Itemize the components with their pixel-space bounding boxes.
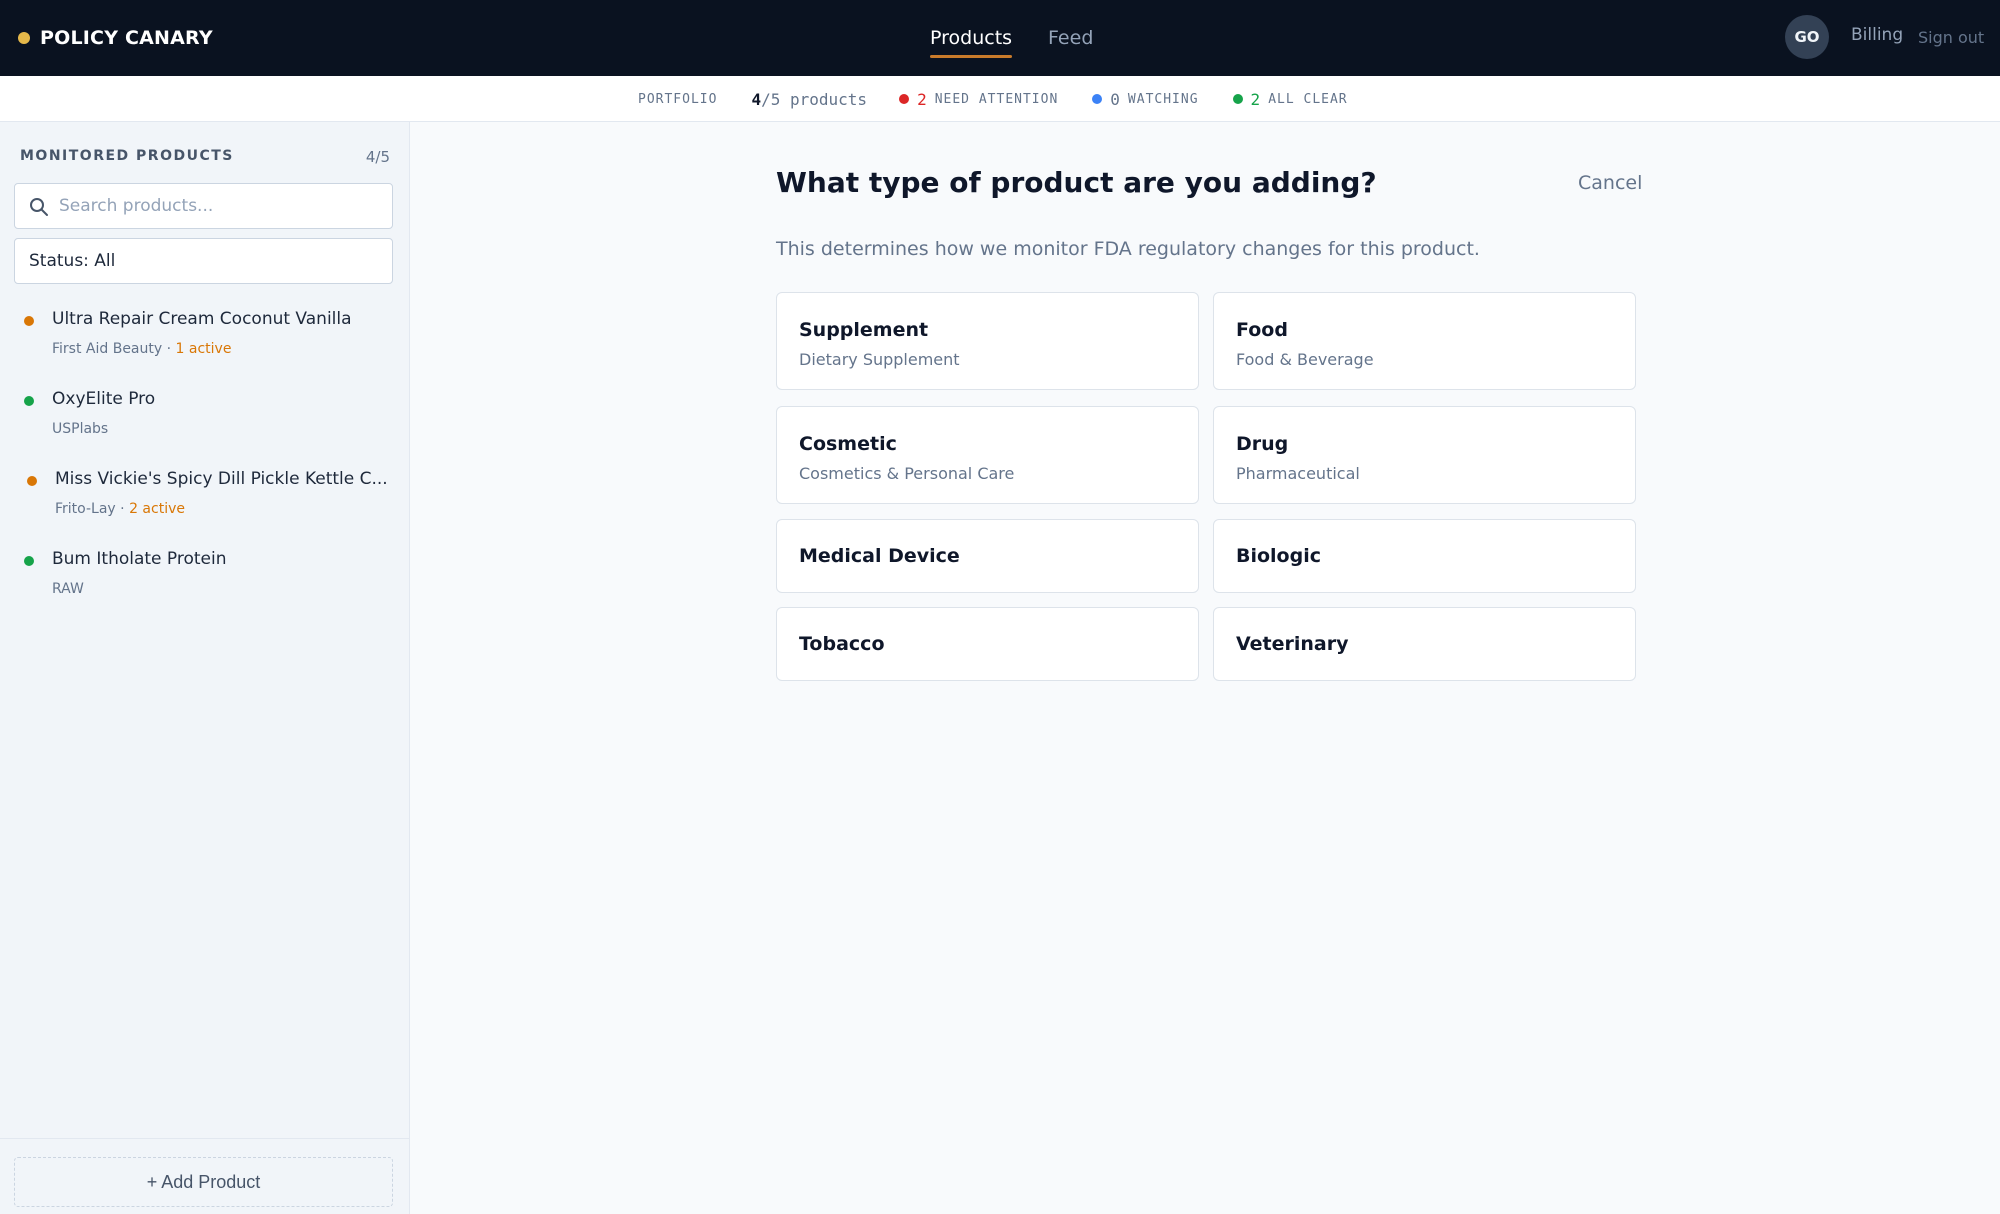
product-name: OxyElite Pro [52, 389, 156, 409]
add-product-button[interactable]: + Add Product [14, 1157, 393, 1207]
type-subtitle: Food & Beverage [1236, 350, 1374, 369]
stat-watching[interactable]: 0 WATCHING [1092, 90, 1198, 109]
type-card-medical-device[interactable]: Medical Device [776, 519, 1199, 593]
watching-dot-icon [1092, 94, 1103, 104]
stat-label: WATCHING [1127, 91, 1199, 107]
portfolio-total: /5 products [761, 89, 868, 109]
type-card-cosmetic[interactable]: Cosmetic Cosmetics & Personal Care [776, 406, 1199, 504]
stat-all-clear[interactable]: 2 ALL CLEAR [1232, 89, 1348, 109]
type-subtitle: Pharmaceutical [1236, 464, 1360, 483]
stat-count: 0 [1110, 89, 1120, 109]
product-meta: RAW [52, 581, 84, 597]
meta-separator: · [115, 501, 130, 517]
active-count: 2 active [129, 501, 185, 517]
type-title: Supplement [799, 319, 929, 341]
product-name: Ultra Repair Cream Coconut Vanilla [52, 309, 352, 329]
sidebar-count: 4/5 [365, 148, 390, 166]
type-title: Veterinary [1236, 633, 1349, 655]
portfolio-label: PORTFOLIO [638, 91, 718, 107]
type-title: Drug [1236, 433, 1289, 455]
type-subtitle: Cosmetics & Personal Care [799, 464, 1015, 483]
billing-link[interactable]: Billing [1851, 25, 1903, 45]
meta-separator: · [162, 341, 176, 357]
type-title: Food [1236, 319, 1288, 341]
product-name: Bum Itholate Protein [52, 549, 227, 569]
search-box [14, 183, 393, 229]
user-avatar[interactable]: GO [1785, 15, 1829, 59]
product-item[interactable]: Ultra Repair Cream Coconut Vanilla First… [0, 304, 410, 384]
nav-tab-feed[interactable]: Feed [1048, 0, 1093, 76]
clear-dot-icon [1232, 94, 1243, 104]
product-brand: RAW [52, 581, 84, 597]
stat-label: NEED ATTENTION [934, 91, 1059, 107]
search-icon [30, 198, 48, 216]
portfolio-count: 4/5 products [751, 90, 867, 109]
page-title: What type of product are you adding? [776, 166, 1377, 199]
type-title: Cosmetic [799, 433, 897, 455]
type-title: Biologic [1236, 545, 1321, 567]
product-brand: First Aid Beauty [52, 341, 163, 357]
product-name: Miss Vickie's Spicy Dill Pickle Kettle C… [55, 469, 388, 489]
product-item[interactable]: OxyElite Pro USPlabs [0, 384, 410, 464]
nav-tab-products[interactable]: Products [930, 0, 1013, 76]
status-dot-icon [27, 476, 37, 486]
type-card-drug[interactable]: Drug Pharmaceutical [1213, 406, 1636, 504]
attention-dot-icon [899, 94, 910, 104]
active-count: 1 active [175, 341, 232, 357]
product-list: Ultra Repair Cream Coconut Vanilla First… [0, 304, 410, 624]
type-card-veterinary[interactable]: Veterinary [1213, 607, 1636, 681]
stat-need-attention[interactable]: 2 NEED ATTENTION [899, 90, 1058, 109]
main-nav: Products Feed [930, 0, 1093, 76]
product-item[interactable]: Miss Vickie's Spicy Dill Pickle Kettle C… [0, 464, 410, 544]
product-meta: First Aid Beauty · 1 active [52, 341, 231, 357]
type-subtitle: Dietary Supplement [799, 350, 960, 369]
sign-out-link[interactable]: Sign out [1918, 28, 1984, 47]
brand[interactable]: POLICY CANARY [18, 24, 213, 52]
type-card-biologic[interactable]: Biologic [1213, 519, 1636, 593]
product-item[interactable]: Bum Itholate Protein RAW [0, 544, 410, 624]
sidebar-title: MONITORED PRODUCTS [20, 148, 234, 164]
page-subtitle: This determines how we monitor FDA regul… [776, 238, 1480, 260]
type-card-food[interactable]: Food Food & Beverage [1213, 292, 1636, 390]
sidebar: MONITORED PRODUCTS 4/5 Status: All Ultra… [0, 122, 410, 1214]
portfolio-current: 4 [751, 89, 762, 109]
status-dot-icon [24, 396, 34, 406]
type-title: Tobacco [799, 633, 885, 655]
product-brand: Frito-Lay [55, 501, 116, 517]
stat-label: ALL CLEAR [1268, 91, 1348, 107]
top-nav: POLICY CANARY Products Feed GO Billing S… [0, 0, 2000, 76]
cancel-button[interactable]: Cancel [1578, 172, 1642, 194]
brand-name: POLICY CANARY [40, 27, 213, 49]
stat-count: 2 [1250, 89, 1261, 109]
product-meta: Frito-Lay · 2 active [55, 501, 185, 517]
portfolio-strip: PORTFOLIO 4/5 products 2 NEED ATTENTION … [0, 76, 2000, 122]
status-dot-icon [24, 556, 34, 566]
brand-dot-icon [18, 32, 30, 44]
search-input[interactable] [59, 184, 379, 228]
type-card-tobacco[interactable]: Tobacco [776, 607, 1199, 681]
product-meta: USPlabs [52, 421, 108, 437]
type-card-supplement[interactable]: Supplement Dietary Supplement [776, 292, 1199, 390]
stat-count: 2 [917, 89, 927, 109]
sidebar-footer: + Add Product [0, 1138, 410, 1214]
product-brand: USPlabs [52, 421, 109, 437]
status-filter-select[interactable]: Status: All [14, 238, 393, 284]
type-title: Medical Device [799, 545, 960, 567]
status-dot-icon [24, 316, 34, 326]
